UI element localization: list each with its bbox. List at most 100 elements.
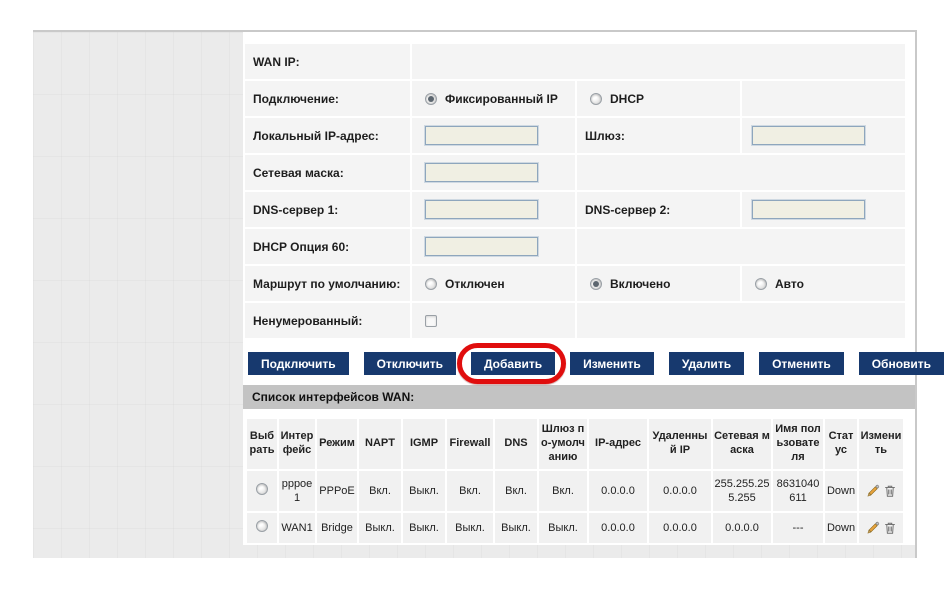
dhcp-radio[interactable] [590, 92, 602, 105]
cancel-button[interactable]: Отменить [759, 352, 844, 375]
header-edit: Изменить [859, 419, 903, 469]
dns2-input-cell [742, 192, 905, 227]
fixed-ip-option-cell: Фиксированный IP [412, 81, 575, 116]
table-header-row: Выбрать Интерфейс Режим NAPT IGMP Firewa… [247, 419, 903, 469]
refresh-button[interactable]: Обновить [858, 352, 945, 375]
dhcp-option[interactable]: DHCP [590, 92, 644, 106]
connection-label-cell: Подключение: [245, 81, 410, 116]
dhcp-option60-input-cell [412, 229, 575, 264]
header-mode: Режим [317, 419, 357, 469]
route-disabled-radio[interactable] [425, 277, 437, 290]
firewall-cell: Вкл. [447, 471, 493, 511]
netmask-input[interactable] [424, 162, 539, 183]
form-row-dhcp-option60: DHCP Опция 60: [245, 229, 905, 264]
form-row-connection: Подключение: Фиксированный IP DHCP [245, 81, 905, 116]
firewall-cell: Выкл. [447, 513, 493, 543]
igmp-cell: Выкл. [403, 513, 445, 543]
form-row-netmask: Сетевая маска: [245, 155, 905, 190]
default-route-label: Маршрут по умолчанию: [253, 276, 401, 291]
connect-button[interactable]: Подключить [248, 352, 349, 375]
dns1-input-cell [412, 192, 575, 227]
route-auto-option[interactable]: Авто [755, 277, 804, 291]
table-row-wan1: WAN1 Bridge Выкл. Выкл. Выкл. Выкл. Выкл… [247, 513, 903, 543]
route-disabled-option[interactable]: Отключен [425, 277, 505, 291]
header-interface: Интерфейс [279, 419, 315, 469]
actions-cell [859, 513, 903, 543]
delete-trash-icon[interactable] [883, 484, 897, 498]
local-ip-input-cell [412, 118, 575, 153]
edit-pencil-icon[interactable] [866, 484, 880, 498]
row-select-radio[interactable] [256, 482, 268, 495]
header-remote-ip: Удаленный IP [649, 419, 711, 469]
route-enabled-label: Включено [610, 276, 671, 291]
header-netmask: Сетевая маска [713, 419, 771, 469]
netmask-input-cell [412, 155, 575, 190]
connection-label: Подключение: [253, 91, 339, 106]
unnumbered-checkbox[interactable] [425, 314, 437, 327]
gateway-cell: Вкл. [539, 471, 587, 511]
status-cell: Down [825, 471, 857, 511]
netmask-label: Сетевая маска: [253, 165, 344, 180]
disconnect-button[interactable]: Отключить [363, 352, 456, 375]
unnumbered-label: Ненумерованный: [253, 313, 363, 328]
netmask-cell: 0.0.0.0 [713, 513, 771, 543]
interface-cell: WAN1 [279, 513, 315, 543]
netmask-label-cell: Сетевая маска: [245, 155, 410, 190]
empty-cell [412, 44, 905, 79]
route-enabled-option[interactable]: Включено [590, 277, 670, 291]
local-ip-label-cell: Локальный IP-адрес: [245, 118, 410, 153]
form-row-unnumbered: Ненумерованный: [245, 303, 905, 338]
actions-cell [859, 471, 903, 511]
wan-settings-panel: WAN IP: Подключение: Фиксированный IP DH… [243, 32, 945, 545]
mode-cell: PPPoE [317, 471, 357, 511]
remote-ip-cell: 0.0.0.0 [649, 513, 711, 543]
add-button[interactable]: Добавить [456, 343, 567, 384]
username-cell: --- [773, 513, 823, 543]
wan-interfaces-section-bar: Список интерфейсов WAN: [243, 385, 915, 409]
dhcp-option60-label-cell: DHCP Опция 60: [245, 229, 410, 264]
empty-cell [577, 229, 905, 264]
dns2-label-cell: DNS-сервер 2: [577, 192, 740, 227]
dhcp-option60-label: DHCP Опция 60: [253, 239, 350, 254]
fixed-ip-radio[interactable] [425, 92, 437, 105]
header-firewall: Firewall [447, 419, 493, 469]
form-row-default-route: Маршрут по умолчанию: Отключен Включено … [245, 266, 905, 301]
remote-ip-cell: 0.0.0.0 [649, 471, 711, 511]
delete-button[interactable]: Удалить [668, 352, 745, 375]
fixed-ip-option[interactable]: Фиксированный IP [425, 92, 558, 106]
dhcp-option60-input[interactable] [424, 236, 539, 257]
header-username: Имя пользователя [773, 419, 823, 469]
edit-pencil-icon[interactable] [866, 521, 880, 535]
empty-cell [577, 303, 905, 338]
local-ip-input[interactable] [424, 125, 539, 146]
route-auto-option-cell: Авто [742, 266, 905, 301]
netmask-cell: 255.255.255.255 [713, 471, 771, 511]
delete-trash-icon[interactable] [883, 521, 897, 535]
row-select-radio[interactable] [256, 519, 268, 532]
ip-cell: 0.0.0.0 [589, 513, 647, 543]
route-enabled-radio[interactable] [590, 277, 602, 290]
dns1-input[interactable] [424, 199, 539, 220]
route-auto-label: Авто [775, 276, 804, 291]
route-auto-radio[interactable] [755, 277, 767, 290]
wan-ip-form: WAN IP: Подключение: Фиксированный IP DH… [245, 44, 905, 338]
igmp-cell: Выкл. [403, 471, 445, 511]
header-select: Выбрать [247, 419, 277, 469]
form-row-local-ip: Локальный IP-адрес: Шлюз: [245, 118, 905, 153]
dns2-input[interactable] [751, 199, 866, 220]
local-ip-label: Локальный IP-адрес: [253, 128, 379, 143]
dns-cell: Выкл. [495, 513, 537, 543]
unnumbered-checkbox-cell [412, 303, 575, 338]
ip-cell: 0.0.0.0 [589, 471, 647, 511]
wan-interfaces-table: Выбрать Интерфейс Режим NAPT IGMP Firewa… [245, 417, 905, 545]
gateway-input-cell [742, 118, 905, 153]
username-cell: 8631040611 [773, 471, 823, 511]
row-select-cell [247, 513, 277, 543]
form-row-wan-ip: WAN IP: [245, 44, 905, 79]
section-title: Список интерфейсов WAN: [252, 390, 415, 404]
empty-cell [577, 155, 905, 190]
header-status: Статус [825, 419, 857, 469]
gateway-input[interactable] [751, 125, 866, 146]
modify-button[interactable]: Изменить [570, 352, 654, 375]
header-dns: DNS [495, 419, 537, 469]
